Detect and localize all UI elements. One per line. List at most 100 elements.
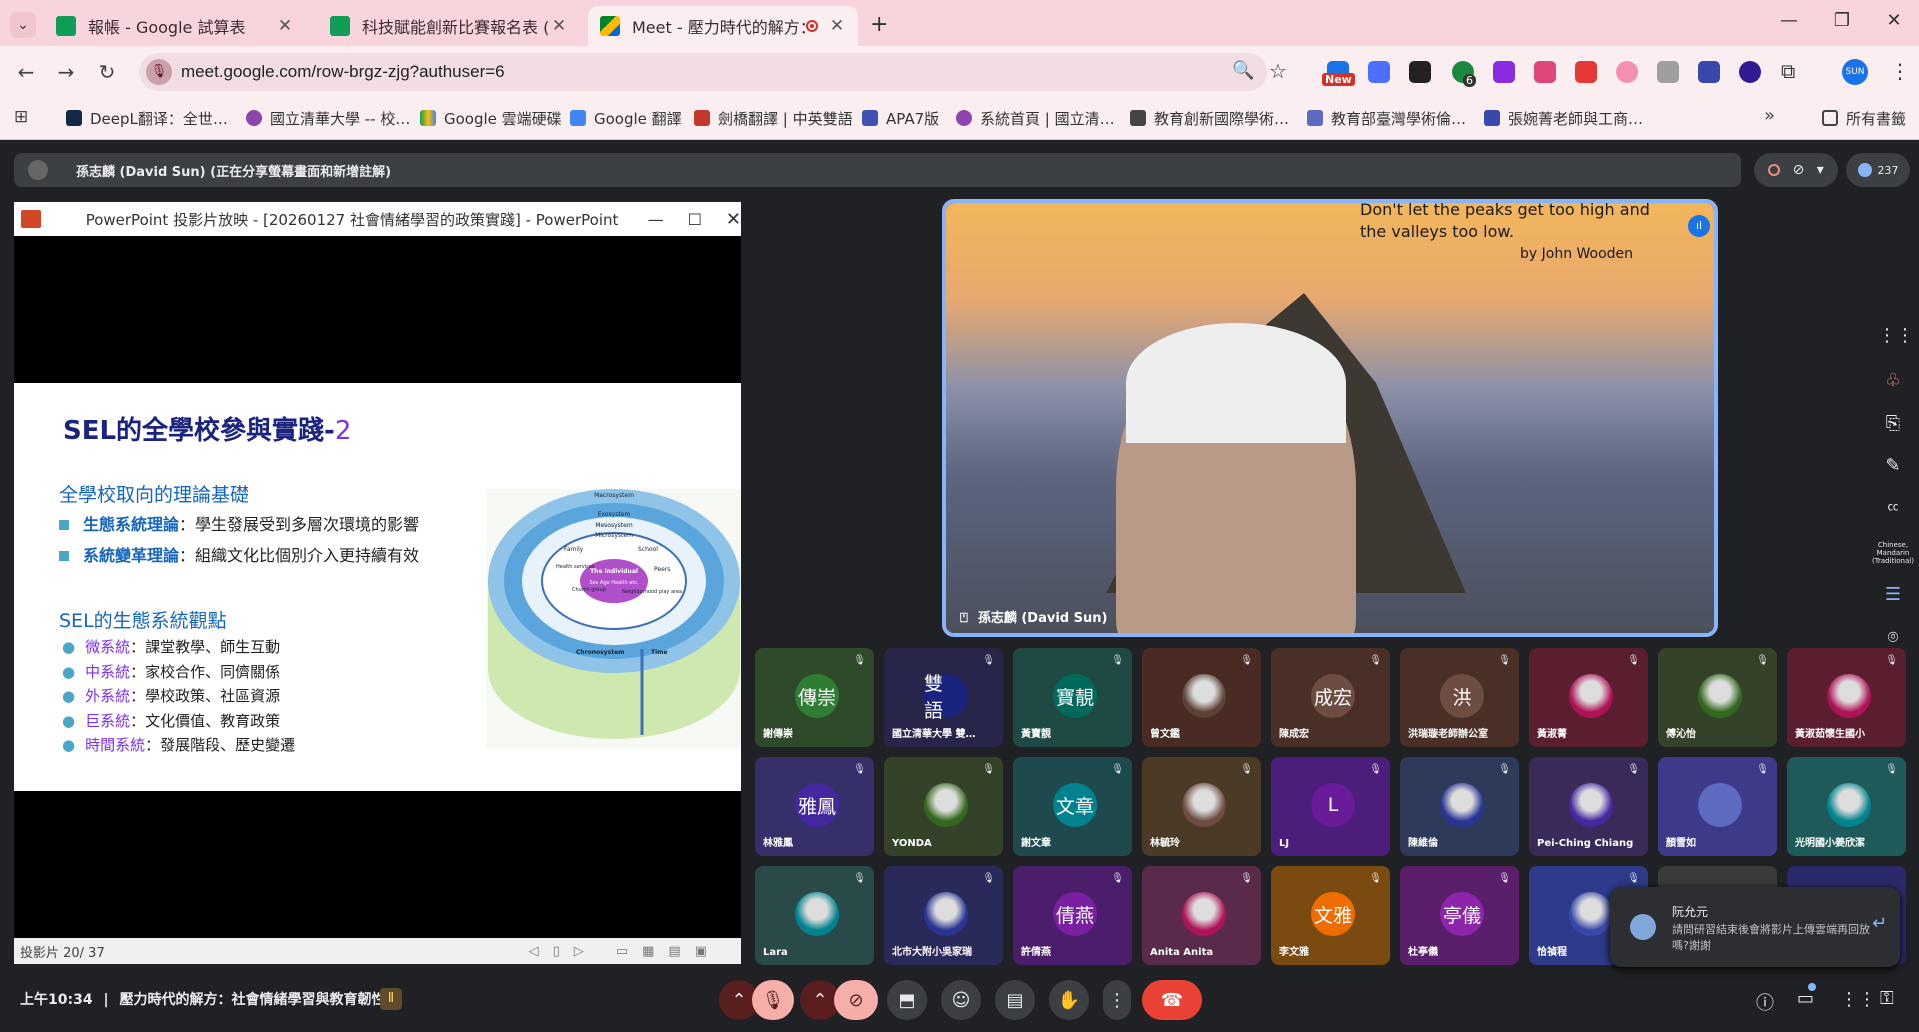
participant-tile[interactable]: 🎙 顏雪如 bbox=[1658, 757, 1777, 856]
bookmark-item[interactable]: 張婉菁老師與工商… bbox=[1484, 106, 1643, 130]
view-controls-icon[interactable]: ◁▯▷ ▭▦▤▣ bbox=[529, 944, 721, 959]
bookmark-item[interactable]: 系統首頁 | 國立清… bbox=[956, 106, 1115, 130]
camera-off-button[interactable]: ⊘ bbox=[834, 980, 878, 1020]
tab-sheets-form[interactable]: 科技賦能創新比賽報名表 (回覆) ✕ bbox=[318, 6, 580, 46]
activities-grid-icon[interactable]: ⋮⋮ bbox=[1878, 325, 1914, 355]
participant-tile[interactable]: 亭儀 🎙 杜亭儀 bbox=[1400, 866, 1519, 965]
participant-tile[interactable]: 倩燕 🎙 許倩燕 bbox=[1013, 866, 1132, 965]
participant-tile[interactable]: 🎙 傅沁怡 bbox=[1658, 648, 1777, 747]
meeting-details-info-icon[interactable]: ⓘ bbox=[1756, 989, 1774, 1015]
participant-tile[interactable]: 文章 🎙 謝文章 bbox=[1013, 757, 1132, 856]
bookmark-item[interactable]: Google 雲端硬碟 bbox=[420, 106, 562, 130]
participant-tile[interactable]: 🎙 YONDA bbox=[884, 757, 1003, 856]
reload-icon[interactable]: ↻ bbox=[93, 60, 121, 84]
participant-tile[interactable]: 成宏 🎙 陳成宏 bbox=[1271, 648, 1390, 747]
chat-popup[interactable]: 阮允元 請問研習結束後會將影片上傳雲端再回放嗎?謝謝 ↵ bbox=[1610, 887, 1900, 967]
present-button[interactable]: ⬒ bbox=[887, 980, 927, 1020]
bookmark-item[interactable]: 劍橋翻譯 | 中英雙語 bbox=[694, 106, 853, 130]
captions-button[interactable]: ▤ bbox=[995, 980, 1035, 1020]
participant-tile[interactable]: 寶靚 🎙 黃寶靚 bbox=[1013, 648, 1132, 747]
participant-tile[interactable]: 洪 🎙 洪瑞璇老師辦公室 bbox=[1400, 648, 1519, 747]
participant-tile[interactable]: 🎙 陳維倫 bbox=[1400, 757, 1519, 856]
extension-icon[interactable] bbox=[1698, 61, 1720, 83]
bookmark-item[interactable]: 教育創新國際學術… bbox=[1130, 106, 1289, 130]
minimize-icon[interactable]: — bbox=[1774, 10, 1804, 31]
participant-tile[interactable]: 雙 語 🎙 國立清華大學 雙… bbox=[884, 648, 1003, 747]
participant-tile[interactable]: 🎙 黃淑茹懷生國小 bbox=[1787, 648, 1906, 747]
participant-tile[interactable]: L 🎙 LJ bbox=[1271, 757, 1390, 856]
translate-extension-icon[interactable] bbox=[1368, 61, 1390, 83]
url-text[interactable]: meet.google.com/row-brgz-zjg?authuser=6 bbox=[181, 62, 505, 82]
window-close-icon[interactable]: ✕ bbox=[1879, 10, 1909, 31]
zoom-icon[interactable]: 🔍 bbox=[1232, 60, 1254, 81]
activities-icon[interactable]: ⋮⋮ bbox=[1840, 989, 1876, 1010]
tab-sheets-expense[interactable]: 報帳 - Google 試算表 ✕ bbox=[44, 6, 306, 46]
ai-notes-icon[interactable]: ⎘ bbox=[1878, 413, 1908, 443]
camera-snapshot-icon[interactable]: ⌾ bbox=[1878, 627, 1908, 657]
host-controls-lock-icon[interactable]: ⚿ bbox=[1880, 988, 1894, 1009]
meeting-info: 上午10:34 | 壓力時代的解方：社會情緒學習與教育韌性 bbox=[20, 989, 385, 1009]
participant-tile[interactable]: 傳崇 🎙 謝傳崇 bbox=[755, 648, 874, 747]
tab-meet[interactable]: Meet - 壓力時代的解方：社 ✕ bbox=[588, 6, 858, 46]
profile-avatar[interactable]: SUN bbox=[1842, 59, 1868, 85]
participant-tile[interactable]: 🎙 光明國小姜欣潔 bbox=[1787, 757, 1906, 856]
address-bar[interactable]: 🎙 meet.google.com/row-brgz-zjg?authuser=… bbox=[139, 53, 1287, 91]
chat-icon[interactable]: ▭ bbox=[1797, 988, 1814, 1009]
close-icon[interactable]: ✕ bbox=[276, 16, 294, 36]
tab-search-chevron-icon[interactable]: ⌄ bbox=[10, 12, 36, 38]
bookmark-item[interactable]: 教育部臺灣學術倫… bbox=[1307, 106, 1466, 130]
host-tools-icon[interactable]: ♧ bbox=[1878, 370, 1908, 400]
extension-icon[interactable] bbox=[1657, 61, 1679, 83]
caption-language[interactable]: Chinese, Mandarin (Traditional) bbox=[1872, 541, 1914, 565]
new-tab-plus-icon[interactable]: + bbox=[870, 12, 888, 37]
restore-icon[interactable]: ❐ bbox=[1827, 10, 1857, 31]
extension-icon[interactable] bbox=[1534, 61, 1556, 83]
participant-tile[interactable]: 🎙 北市大附小吳家瑞 bbox=[884, 866, 1003, 965]
microphone-permission-icon[interactable]: 🎙 bbox=[146, 59, 172, 85]
reply-arrow-icon[interactable]: ↵ bbox=[1872, 913, 1887, 934]
participant-tile[interactable]: 🎙 曾文鑑 bbox=[1142, 648, 1261, 747]
participant-tile[interactable]: 🎙 Lara bbox=[755, 866, 874, 965]
close-icon[interactable]: ✕ bbox=[726, 209, 741, 230]
participant-tile[interactable]: 🎙 Anita Anita bbox=[1142, 866, 1261, 965]
moe-icon bbox=[1307, 110, 1323, 126]
forward-arrow-icon[interactable]: → bbox=[52, 60, 80, 84]
more-options-button[interactable]: ⋮ bbox=[1103, 980, 1131, 1020]
extension-icon[interactable] bbox=[1616, 61, 1638, 83]
active-speaker-tile[interactable]: Don't let the peaks get too high and the… bbox=[942, 199, 1718, 637]
participant-tile[interactable]: 🎙 黃淑菁 bbox=[1529, 648, 1648, 747]
bookmark-star-icon[interactable]: ☆ bbox=[1269, 59, 1287, 83]
back-arrow-icon[interactable]: ← bbox=[12, 60, 40, 84]
captions-cc-icon[interactable]: ㏄ bbox=[1878, 498, 1908, 528]
bookmarks-overflow-icon[interactable]: » bbox=[1764, 105, 1775, 126]
participants-button[interactable]: 237 bbox=[1846, 153, 1910, 187]
apps-grid-icon[interactable]: ⊞ bbox=[14, 107, 28, 127]
leave-call-button[interactable]: ☎ bbox=[1142, 980, 1202, 1020]
bookmark-item[interactable]: 國立清華大學 -- 校… bbox=[246, 106, 410, 130]
all-bookmarks-folder[interactable]: 所有書籤 bbox=[1822, 106, 1906, 130]
ppt-titlebar: PowerPoint 投影片放映 - [20260127 社會情緒學習的政策實踐… bbox=[14, 202, 741, 236]
bookmark-item[interactable]: Google 翻譯 bbox=[570, 106, 682, 130]
reactions-button[interactable]: ☺ bbox=[941, 980, 981, 1020]
close-icon[interactable]: ✕ bbox=[828, 16, 846, 36]
bookmark-item[interactable]: DeepL翻译：全世… bbox=[66, 106, 228, 130]
extension-icon[interactable] bbox=[1739, 61, 1761, 83]
extension-icon[interactable] bbox=[1409, 61, 1431, 83]
minimize-icon[interactable]: — bbox=[648, 210, 664, 229]
participant-tile[interactable]: 🎙 Pei-Ching Chiang bbox=[1529, 757, 1648, 856]
recording-controls[interactable]: ⊘ ▾ bbox=[1754, 153, 1838, 187]
extensions-puzzle-icon[interactable]: ⧉ bbox=[1781, 59, 1795, 83]
transcript-icon[interactable]: ☰ bbox=[1878, 584, 1908, 614]
participant-tile[interactable]: 文雅 🎙 李文雅 bbox=[1271, 866, 1390, 965]
close-icon[interactable]: ✕ bbox=[550, 16, 568, 36]
extension-icon[interactable] bbox=[1493, 61, 1515, 83]
bookmark-item[interactable]: APA7版 bbox=[862, 106, 939, 130]
pen-icon[interactable]: ✎ bbox=[1878, 455, 1908, 485]
mic-off-button[interactable]: 🎙 bbox=[752, 980, 794, 1020]
participant-tile[interactable]: 🎙 林毓玲 bbox=[1142, 757, 1261, 856]
raise-hand-button[interactable]: ✋ bbox=[1049, 980, 1089, 1020]
maximize-icon[interactable]: ☐ bbox=[688, 210, 702, 229]
participant-tile[interactable]: 雅鳳 🎙 林雅鳳 bbox=[755, 757, 874, 856]
shield-extension-icon[interactable] bbox=[1575, 61, 1597, 83]
menu-kebab-icon[interactable]: ⋮ bbox=[1890, 59, 1910, 83]
